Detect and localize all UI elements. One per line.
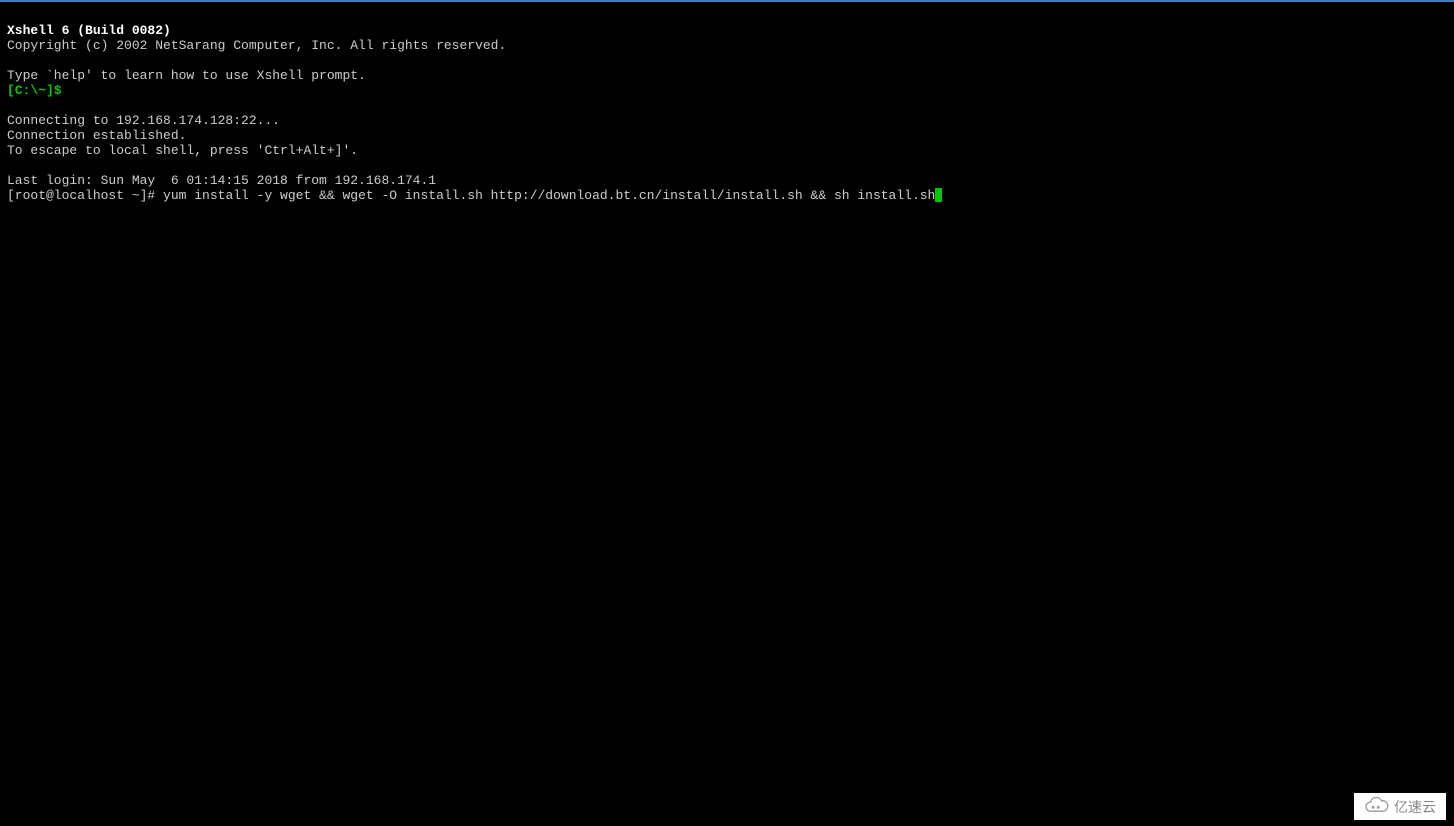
cloud-icon [1364, 797, 1390, 818]
banner-title: Xshell 6 (Build 0082) [7, 23, 171, 38]
copyright-line: Copyright (c) 2002 NetSarang Computer, I… [7, 38, 506, 53]
connecting-line: Connecting to 192.168.174.128:22... [7, 113, 280, 128]
local-prompt: [C:\~]$ [7, 83, 62, 98]
established-line: Connection established. [7, 128, 186, 143]
terminal-output[interactable]: Xshell 6 (Build 0082) Copyright (c) 2002… [0, 2, 1454, 209]
watermark-text: 亿速云 [1394, 800, 1436, 815]
command-input[interactable]: yum install -y wget && wget -O install.s… [163, 188, 935, 203]
help-hint: Type `help' to learn how to use Xshell p… [7, 68, 366, 83]
watermark-badge: 亿速云 [1354, 793, 1446, 820]
shell-prompt: [root@localhost ~]# [7, 188, 163, 203]
escape-hint: To escape to local shell, press 'Ctrl+Al… [7, 143, 358, 158]
last-login: Last login: Sun May 6 01:14:15 2018 from… [7, 173, 436, 188]
cursor-icon [935, 188, 942, 202]
